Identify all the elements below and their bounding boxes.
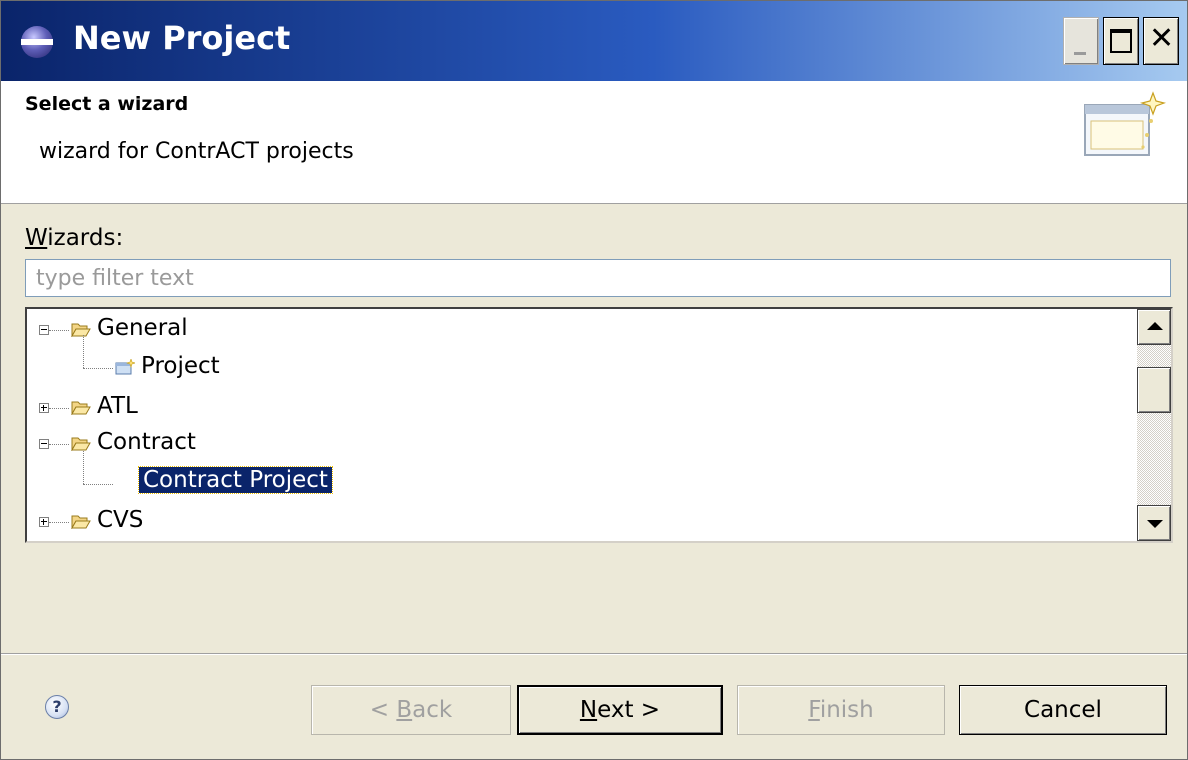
maximize-button[interactable] bbox=[1103, 17, 1139, 65]
arrow-up-icon bbox=[1147, 322, 1163, 330]
back-button[interactable]: < Back bbox=[311, 685, 511, 735]
tree-scrollbar[interactable] bbox=[1137, 309, 1171, 541]
folder-open-icon bbox=[71, 515, 91, 529]
tree-item-project[interactable]: Project bbox=[27, 335, 1127, 387]
expand-icon[interactable] bbox=[39, 403, 49, 413]
window-title: New Project bbox=[73, 19, 291, 57]
tree-item-atl[interactable]: ATL bbox=[27, 389, 1127, 427]
minimize-button[interactable] bbox=[1063, 17, 1099, 65]
wizard-header: Select a wizard wizard for ContrACT proj… bbox=[1, 81, 1187, 204]
scroll-thumb[interactable] bbox=[1137, 367, 1171, 413]
expand-icon[interactable] bbox=[39, 517, 49, 527]
title-bar[interactable]: New Project ✕ bbox=[1, 1, 1187, 81]
new-wizard-banner-icon bbox=[1084, 91, 1167, 156]
tree-item-label: Contract Project bbox=[138, 466, 333, 494]
header-description: wizard for ContrACT projects bbox=[39, 139, 354, 164]
tree-item-label: Contract bbox=[97, 429, 196, 455]
cancel-button[interactable]: Cancel bbox=[959, 685, 1167, 735]
next-button[interactable]: Next > bbox=[517, 685, 723, 735]
tree-item-label: ATL bbox=[97, 393, 138, 419]
tree-item-label: CVS bbox=[97, 507, 144, 533]
finish-button[interactable]: Finish bbox=[737, 685, 945, 735]
header-title: Select a wizard bbox=[25, 93, 189, 115]
arrow-down-icon bbox=[1147, 520, 1163, 528]
eclipse-icon bbox=[21, 26, 53, 58]
wizard-tree[interactable]: General Project ATL Contract Contract Pr… bbox=[25, 307, 1173, 543]
scroll-down-button[interactable] bbox=[1137, 505, 1171, 541]
close-button[interactable]: ✕ bbox=[1143, 17, 1179, 65]
tree-item-contract[interactable]: Contract bbox=[27, 425, 1127, 463]
collapse-icon[interactable] bbox=[39, 325, 49, 335]
tree-item-contract-project[interactable]: Contract Project bbox=[27, 451, 1127, 503]
tree-item-label: General bbox=[97, 315, 188, 341]
wizards-label: Wizards: bbox=[25, 225, 124, 251]
filter-input[interactable] bbox=[25, 259, 1171, 297]
tree-item-cvs[interactable]: CVS bbox=[27, 503, 1127, 541]
help-icon[interactable]: ? bbox=[45, 695, 69, 719]
folder-open-icon bbox=[71, 437, 91, 451]
tree-item-label: Project bbox=[141, 353, 220, 379]
folder-open-icon bbox=[71, 323, 91, 337]
close-icon: ✕ bbox=[1149, 21, 1175, 56]
footer-separator bbox=[1, 653, 1187, 655]
collapse-icon[interactable] bbox=[39, 439, 49, 449]
new-project-dialog: New Project ✕ Select a wizard wizard for… bbox=[0, 0, 1188, 760]
scroll-up-button[interactable] bbox=[1137, 309, 1171, 345]
folder-open-icon bbox=[71, 401, 91, 415]
new-project-icon bbox=[115, 359, 135, 375]
tree-item-general[interactable]: General bbox=[27, 311, 1127, 349]
